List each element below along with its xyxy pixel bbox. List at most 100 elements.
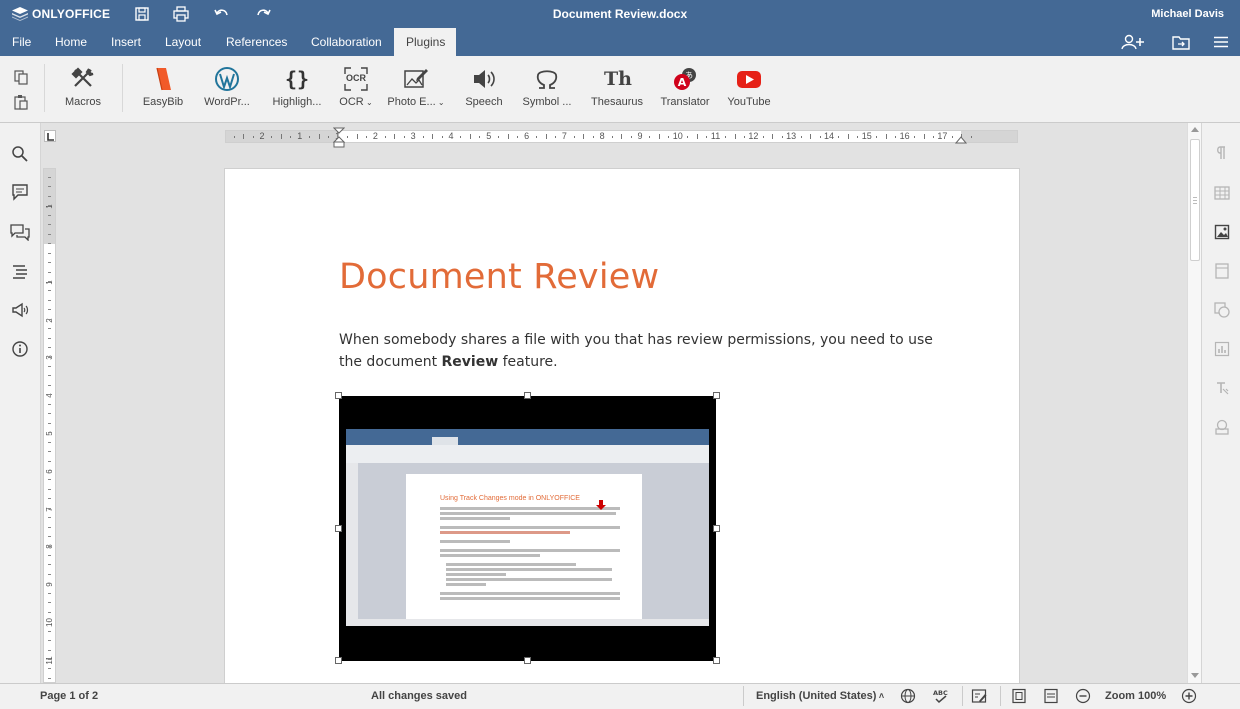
vruler-tick (48, 621, 51, 623)
paragraph-settings-icon[interactable] (1214, 145, 1230, 161)
track-changes-icon[interactable] (971, 688, 987, 704)
thesaurus-button[interactable]: Th Thesaurus (585, 66, 649, 108)
tab-layout[interactable]: Layout (155, 28, 211, 56)
copy-icon[interactable] (13, 69, 29, 85)
zoom-level[interactable]: Zoom 100% (1105, 690, 1166, 702)
text-art-settings-icon[interactable] (1214, 380, 1230, 396)
navigation-icon[interactable] (11, 262, 29, 280)
ruler-tick (243, 134, 245, 139)
macros-button[interactable]: Macros (51, 66, 115, 108)
vruler-tick (48, 649, 51, 651)
ruler-tick (885, 134, 887, 139)
language-selector[interactable]: English (United States) ˄ (756, 690, 884, 702)
resize-handle-b[interactable] (524, 657, 531, 664)
chat-icon[interactable] (10, 223, 30, 241)
globe-icon[interactable] (900, 688, 916, 704)
page-counter[interactable]: Page 1 of 2 (40, 690, 98, 702)
resize-handle-tl[interactable] (335, 392, 342, 399)
user-name[interactable]: Michael Davis (1151, 8, 1224, 20)
ruler-tick (554, 135, 556, 138)
resize-handle-r[interactable] (713, 525, 720, 532)
vruler-tick (48, 640, 51, 642)
document-heading[interactable]: Document Review (339, 257, 659, 297)
fit-width-icon[interactable] (1043, 688, 1059, 704)
fit-page-icon[interactable] (1011, 688, 1027, 704)
vruler-tick (48, 545, 51, 547)
status-bar: Page 1 of 2 All changes saved English (U… (0, 683, 1240, 709)
zoom-out-icon[interactable] (1075, 688, 1091, 704)
vruler-tick (48, 309, 51, 311)
vruler-tick (48, 611, 51, 613)
vruler-number: 1 (45, 204, 54, 209)
vruler-number: 1 (45, 280, 54, 285)
tab-file[interactable]: File (2, 28, 41, 56)
horizontal-ruler[interactable]: 2 1 1 2 3 4 5 6 7 8 9 10 11 12 13 14 15 16 17 (225, 127, 1018, 148)
ruler-number: 6 (524, 131, 530, 141)
tab-plugins[interactable]: Plugins (394, 28, 456, 56)
symbol-table-button[interactable]: Symbol ... (515, 66, 579, 108)
ruler-tick (895, 135, 897, 138)
vruler-number: 5 (45, 431, 54, 436)
ocr-dropdown-icon[interactable]: ⌄ (364, 98, 373, 107)
hamburger-menu-icon[interactable] (1212, 34, 1230, 50)
tab-stop-selector[interactable] (44, 130, 56, 142)
photo-editor-icon (404, 69, 428, 88)
plugins-toolbar: Macros EasyBib WordPr... {} Highligh... … (0, 56, 1240, 123)
resize-handle-bl[interactable] (335, 657, 342, 664)
spellcheck-icon[interactable]: ABC (932, 688, 948, 704)
highlight-code-button[interactable]: {} Highligh... (265, 66, 329, 108)
tab-insert[interactable]: Insert (101, 28, 151, 56)
chart-settings-icon[interactable] (1214, 341, 1230, 357)
feedback-icon[interactable] (11, 301, 29, 319)
signature-settings-icon[interactable] (1214, 419, 1230, 435)
shape-settings-icon[interactable] (1214, 302, 1230, 318)
easybib-button[interactable]: EasyBib (131, 66, 195, 108)
ocr-button[interactable]: OCR OCR ⌄ (324, 66, 388, 108)
resize-handle-tr[interactable] (713, 392, 720, 399)
youtube-button[interactable]: YouTube (717, 66, 781, 108)
scroll-thumb[interactable] (1190, 139, 1200, 261)
wordpress-button[interactable]: WordPr... (195, 66, 259, 108)
paste-icon[interactable] (13, 94, 29, 110)
ruler-tick (743, 135, 745, 138)
embedded-image[interactable]: Using Track Changes mode in ONLYOFFICE (335, 392, 720, 664)
vertical-scrollbar[interactable] (1187, 123, 1201, 683)
speech-button[interactable]: Speech (452, 66, 516, 108)
vruler-tick (48, 498, 51, 500)
header-footer-settings-icon[interactable] (1214, 263, 1230, 279)
ruler-tick (460, 135, 462, 138)
resize-handle-br[interactable] (713, 657, 720, 664)
indent-marker-icon[interactable] (333, 127, 345, 149)
tab-home[interactable]: Home (45, 28, 97, 56)
vruler-tick (48, 177, 51, 178)
document-paragraph[interactable]: When somebody shares a file with you tha… (339, 329, 939, 373)
ruler-tick (309, 135, 311, 138)
photo-editor-button[interactable]: Photo E... ⌄ (384, 66, 448, 108)
photo-editor-dropdown-icon[interactable]: ⌄ (436, 98, 445, 107)
zoom-in-icon[interactable] (1181, 688, 1197, 704)
tab-references[interactable]: References (216, 28, 297, 56)
scroll-up-icon[interactable] (1191, 126, 1199, 132)
translator-button[interactable]: あ A Translator (653, 66, 717, 108)
vertical-ruler[interactable]: 1 1 2 3 4 5 6 7 8 9 10 11 (43, 168, 56, 683)
right-indent-marker-icon[interactable] (955, 133, 967, 145)
vruler-tick (48, 403, 51, 405)
comments-icon[interactable] (11, 183, 29, 201)
scroll-down-icon[interactable] (1191, 673, 1199, 679)
grip-line (1193, 200, 1197, 201)
add-user-icon[interactable] (1121, 34, 1147, 50)
image-settings-icon[interactable] (1214, 224, 1230, 240)
search-icon[interactable] (11, 145, 29, 163)
info-icon[interactable] (11, 340, 29, 358)
ruler-number: 5 (486, 131, 492, 141)
resize-handle-l[interactable] (335, 525, 342, 532)
open-location-icon[interactable] (1172, 34, 1190, 50)
document-page[interactable]: Document Review When somebody shares a f… (224, 168, 1020, 683)
tab-collaboration[interactable]: Collaboration (301, 28, 392, 56)
table-settings-icon[interactable] (1214, 185, 1230, 201)
para-bold-review: Review (441, 354, 499, 370)
vruler-tick (48, 432, 51, 434)
document-workspace[interactable]: 2 1 1 2 3 4 5 6 7 8 9 10 11 12 13 14 15 16 17 1 1 2 3 4 5 6 7 8 9 10… (41, 123, 1201, 683)
resize-handle-t[interactable] (524, 392, 531, 399)
symbol-label: Symbol ... (522, 96, 572, 108)
